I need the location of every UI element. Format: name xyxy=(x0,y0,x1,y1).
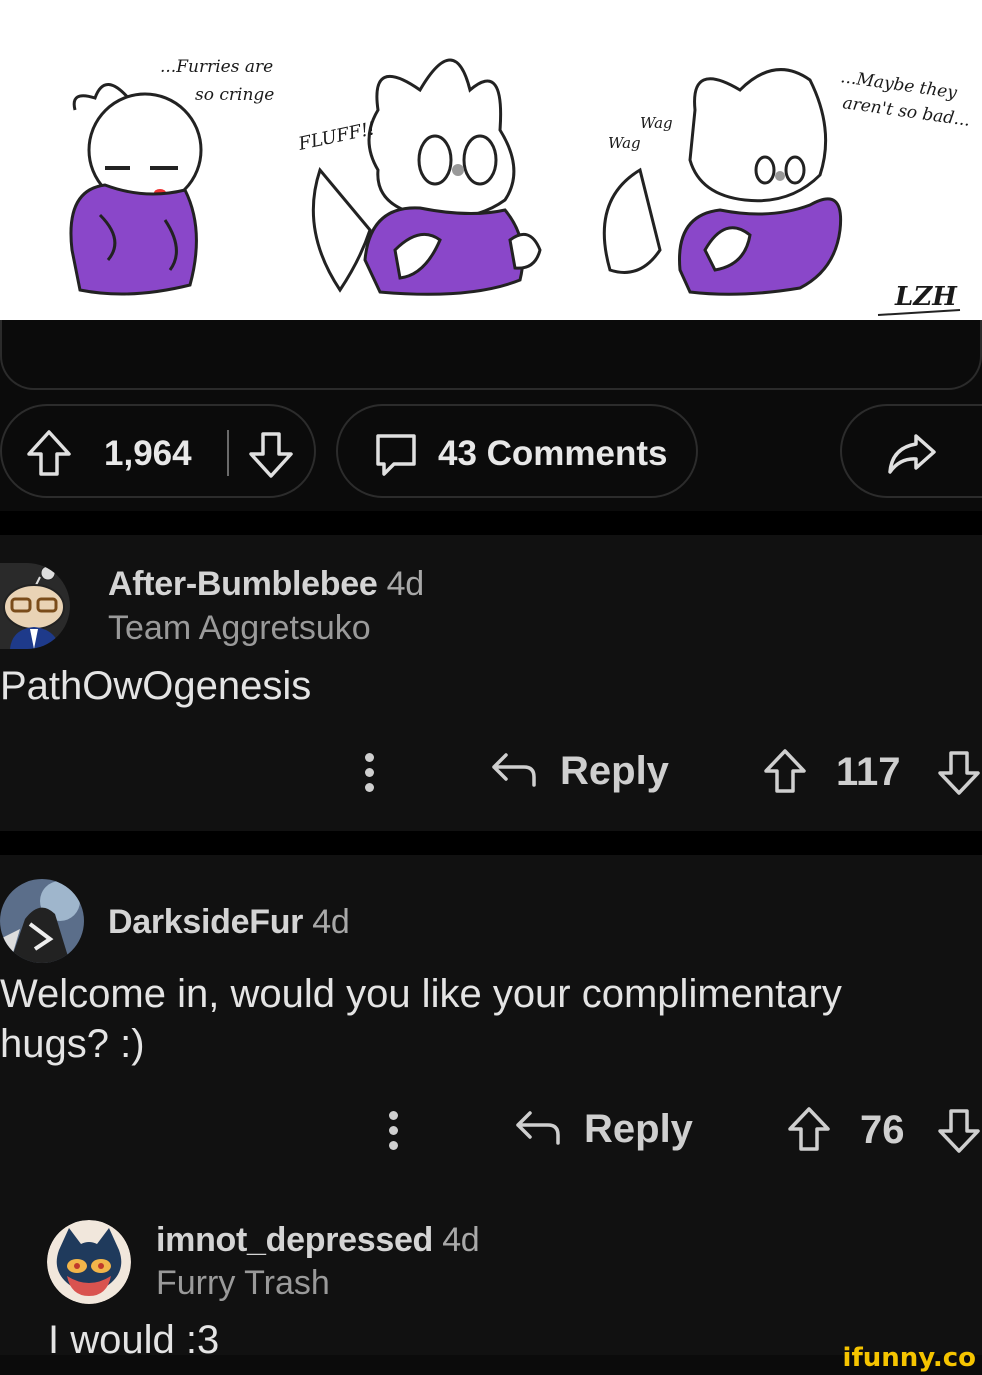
comment-age: 4d xyxy=(312,903,350,941)
reply-label: Reply xyxy=(560,749,669,793)
user-flair: Team Aggretsuko xyxy=(108,609,371,647)
panel-1: ...Furries are so cringe xyxy=(69,57,274,296)
reply-body: I would :3 xyxy=(48,1318,220,1362)
username-text[interactable]: After-Bumblebee xyxy=(108,565,378,603)
comment-body: PathOwOgenesis xyxy=(0,664,312,708)
comment-bubble-icon xyxy=(372,430,420,478)
post-score: 1,964 xyxy=(104,434,192,473)
comment-2: DarksideFur 4d Welcome in, would you lik… xyxy=(0,855,982,1362)
comments-button[interactable]: 43 Comments xyxy=(336,404,698,498)
comment-upvote-icon[interactable] xyxy=(762,747,808,800)
section-divider xyxy=(0,511,982,535)
share-arrow-icon xyxy=(886,430,938,478)
comment-body: Welcome in, would you like your complime… xyxy=(0,972,842,1066)
post-card-frame xyxy=(0,320,982,390)
reply-arrow-icon xyxy=(490,749,538,794)
panel-2-caption: FLUFF!! xyxy=(296,118,378,155)
reply-label: Reply xyxy=(584,1107,693,1151)
reply-button[interactable]: Reply xyxy=(490,749,669,794)
panel-2: FLUFF!! xyxy=(296,58,542,296)
reply-username[interactable]: imnot_depressed 4d xyxy=(156,1221,480,1260)
avatar[interactable] xyxy=(47,1220,131,1304)
more-options-icon[interactable] xyxy=(386,1111,400,1156)
comment-username[interactable]: After-Bumblebee 4d xyxy=(108,565,424,604)
more-options-icon[interactable] xyxy=(362,753,376,798)
reply-arrow-icon xyxy=(514,1107,562,1152)
comment-username[interactable]: DarksideFur 4d xyxy=(108,903,350,942)
comment-divider xyxy=(0,831,982,855)
comment-1: After-Bumblebee 4d Team Aggretsuko PathO… xyxy=(0,535,982,831)
downvote-arrow-icon[interactable] xyxy=(248,430,294,480)
panel-3-wag-1: Wag xyxy=(608,134,641,152)
comment-downvote-icon[interactable] xyxy=(936,749,982,802)
page: ...Furries are so cringe FLUFF!! Wag Wag… xyxy=(0,0,982,1375)
comic-strip: ...Furries are so cringe FLUFF!! Wag Wag… xyxy=(69,57,971,316)
comment-age: 4d xyxy=(386,565,425,603)
panel-1-caption-line-1: ...Furries are xyxy=(160,57,273,77)
panel-3-wag-2: Wag xyxy=(640,114,673,132)
comment-downvote-icon[interactable] xyxy=(936,1107,982,1160)
comments-count-label: 43 Comments xyxy=(438,434,668,473)
share-button[interactable] xyxy=(840,404,982,498)
comment-score: 76 xyxy=(860,1108,905,1152)
comment-upvote-icon[interactable] xyxy=(786,1105,832,1158)
panel-1-caption-line-2: so cringe xyxy=(195,85,274,105)
upvote-arrow-icon[interactable] xyxy=(26,428,72,478)
watermark: ifunny.co xyxy=(842,1343,976,1373)
reply-button[interactable]: Reply xyxy=(514,1107,693,1152)
vote-divider xyxy=(227,430,229,476)
avatar[interactable] xyxy=(0,563,70,649)
avatar[interactable] xyxy=(0,879,84,963)
comment-score: 117 xyxy=(836,750,901,794)
username-text[interactable]: DarksideFur xyxy=(108,903,303,941)
username-text[interactable]: imnot_depressed xyxy=(156,1221,433,1259)
post-image[interactable]: ...Furries are so cringe FLUFF!! Wag Wag… xyxy=(0,0,982,330)
comment-age: 4d xyxy=(442,1221,480,1259)
artist-signature: LZH xyxy=(894,282,958,312)
post-vote-pill: 1,964 xyxy=(0,404,316,498)
user-flair: Furry Trash xyxy=(156,1264,330,1302)
panel-3: Wag Wag ...Maybe they aren't so bad... L… xyxy=(602,67,971,316)
